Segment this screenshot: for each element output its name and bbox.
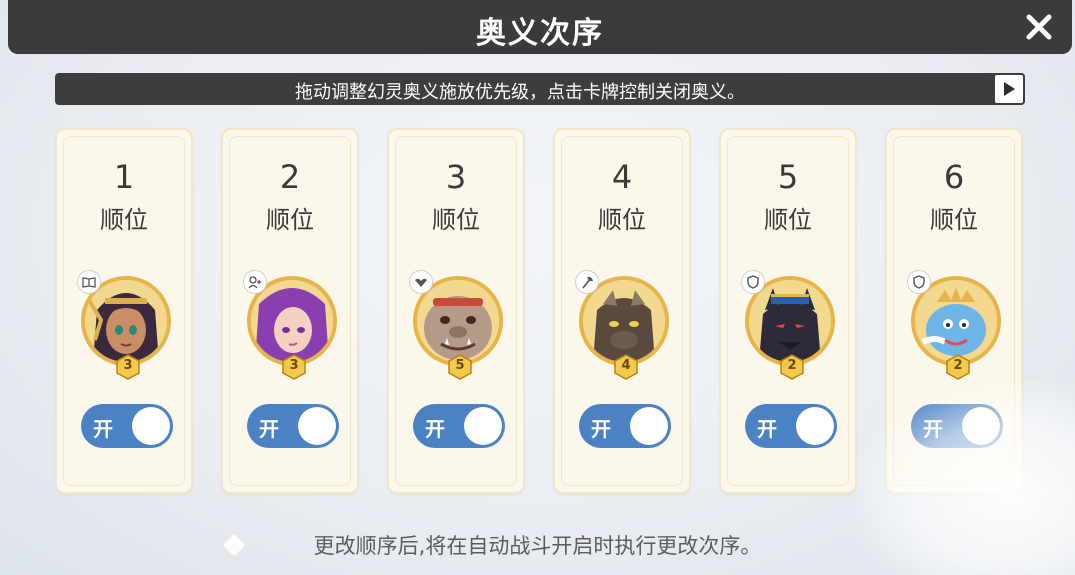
- rank-number: 5: [777, 158, 799, 196]
- card-6[interactable]: 6 顺位 2 开: [885, 128, 1023, 494]
- card-4[interactable]: 4 顺位 4 开: [553, 128, 691, 494]
- level-value: 4: [621, 358, 631, 373]
- toggle-label: 开: [425, 417, 445, 441]
- rank-label: 顺位: [764, 206, 812, 234]
- skill-toggle[interactable]: 开: [911, 404, 1003, 448]
- level-badge: 2: [779, 354, 805, 380]
- rank-number: 3: [445, 158, 467, 196]
- level-value: 3: [289, 358, 299, 373]
- level-badge: 3: [281, 354, 307, 380]
- level-badge: 5: [447, 354, 473, 380]
- skill-toggle[interactable]: 开: [745, 404, 837, 448]
- portrait-wrap: 3: [243, 270, 341, 380]
- toggle-label: 开: [259, 417, 279, 441]
- footer-note: 更改顺序后,将在自动战斗开启时执行更改次序。: [313, 534, 762, 558]
- portrait-wrap: 4: [575, 270, 673, 380]
- toggle-knob: [796, 407, 834, 445]
- shield-icon: [907, 270, 931, 294]
- play-icon: [1004, 82, 1015, 96]
- level-badge: 4: [613, 354, 639, 380]
- portrait-wrap: 2: [907, 270, 1005, 380]
- shield-icon: [741, 270, 765, 294]
- toggle-knob: [298, 407, 336, 445]
- toggle-label: 开: [923, 417, 943, 441]
- level-value: 2: [787, 358, 797, 373]
- level-value: 5: [455, 358, 465, 373]
- rank-label: 顺位: [266, 206, 314, 234]
- toggle-knob: [132, 407, 170, 445]
- toggle-label: 开: [93, 417, 113, 441]
- axe-icon: [575, 270, 599, 294]
- rank-number: 4: [611, 158, 633, 196]
- skill-toggle[interactable]: 开: [579, 404, 671, 448]
- support-icon: [243, 270, 267, 294]
- toggle-knob: [464, 407, 502, 445]
- level-value: 3: [123, 358, 133, 373]
- rank-label: 顺位: [432, 206, 480, 234]
- skill-toggle[interactable]: 开: [247, 404, 339, 448]
- close-button[interactable]: [1020, 8, 1058, 46]
- rank-number: 1: [113, 158, 135, 196]
- portrait-wrap: 2: [741, 270, 839, 380]
- card-2[interactable]: 2 顺位 3 开: [221, 128, 359, 494]
- wing-icon: [409, 270, 433, 294]
- card-1[interactable]: 1 顺位 3 开: [55, 128, 193, 494]
- book-icon: [77, 270, 101, 294]
- toggle-label: 开: [591, 417, 611, 441]
- portrait-wrap: 5: [409, 270, 507, 380]
- title-bar: 奥义次序: [8, 0, 1072, 54]
- rank-label: 顺位: [930, 206, 978, 234]
- rank-label: 顺位: [598, 206, 646, 234]
- close-icon: [1026, 14, 1052, 40]
- page-title: 奥义次序: [476, 16, 604, 51]
- card-3[interactable]: 3 顺位 5 开: [387, 128, 525, 494]
- level-badge: 3: [115, 354, 141, 380]
- rank-number: 2: [279, 158, 301, 196]
- toggle-knob: [962, 407, 1000, 445]
- level-badge: 2: [945, 354, 971, 380]
- portrait-wrap: 3: [77, 270, 175, 380]
- card-5[interactable]: 5 顺位 2 开: [719, 128, 857, 494]
- play-button[interactable]: [993, 73, 1025, 105]
- rank-label: 顺位: [100, 206, 148, 234]
- skill-toggle[interactable]: 开: [81, 404, 173, 448]
- rank-number: 6: [943, 158, 965, 196]
- level-value: 2: [953, 358, 963, 373]
- skill-toggle[interactable]: 开: [413, 404, 505, 448]
- card-list: 1 顺位 3 开 2 顺位 3 开 3 顺位 5 开 4 顺位 4 开 5 顺位…: [55, 128, 1025, 494]
- tip-bar: 拖动调整幻灵奥义施放优先级，点击卡牌控制关闭奥义。: [55, 73, 1025, 105]
- toggle-knob: [630, 407, 668, 445]
- tip-text: 拖动调整幻灵奥义施放优先级，点击卡牌控制关闭奥义。: [295, 82, 745, 103]
- toggle-label: 开: [757, 417, 777, 441]
